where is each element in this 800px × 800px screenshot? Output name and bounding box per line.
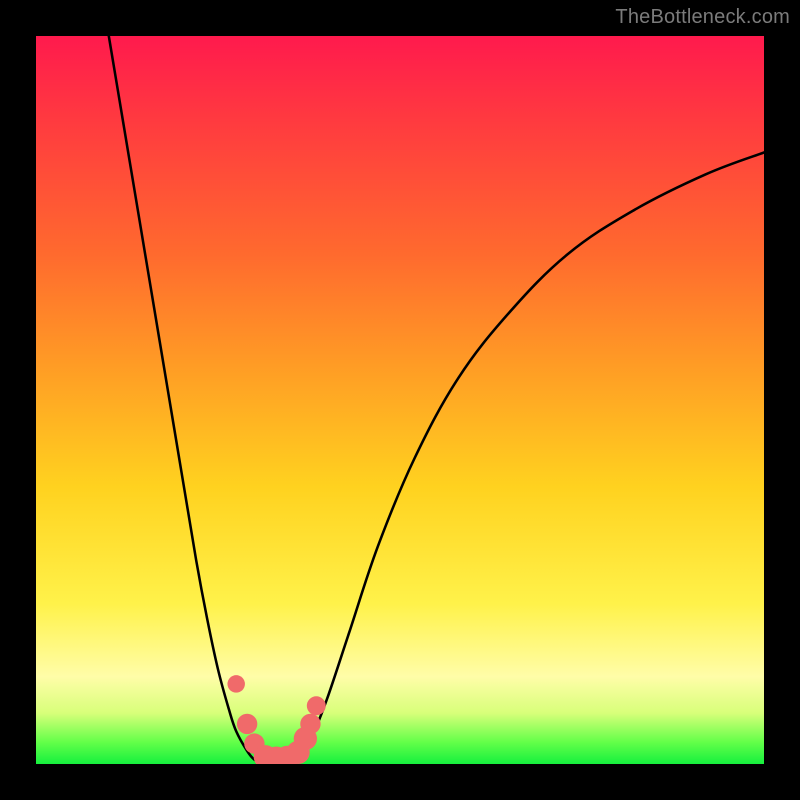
watermark-label: TheBottleneck.com — [615, 6, 790, 29]
highlight-dot — [227, 675, 244, 692]
curves-layer — [36, 36, 764, 764]
curve-left-branch — [109, 36, 262, 763]
curve-right-branch — [291, 152, 764, 762]
highlight-dot — [307, 696, 326, 715]
plot-area — [36, 36, 764, 764]
highlight-dots-group — [227, 675, 325, 764]
chart-frame: TheBottleneck.com — [0, 0, 800, 800]
highlight-dot — [237, 714, 257, 734]
highlight-dot — [300, 714, 320, 734]
